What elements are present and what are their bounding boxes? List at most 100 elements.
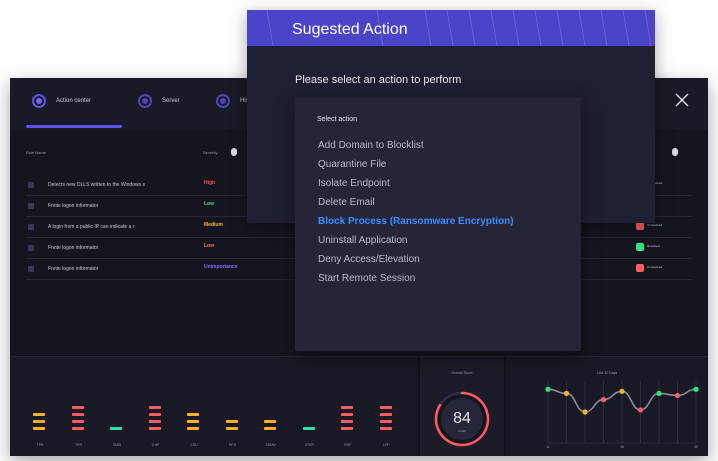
dashboard-strip: TPR TPR VNID D dP CSU EFS NGAV 2TEP RSP LFP Overa… [10, 356, 708, 456]
level-label: RSP [344, 443, 352, 447]
control-level: RSP [336, 377, 360, 447]
level-label: TPR [36, 443, 44, 447]
dropdown-option[interactable]: Block Process (Ransomware Encryption) [318, 216, 514, 227]
target-icon [138, 94, 152, 108]
control-level: 2TEP [298, 377, 322, 447]
rule-name: A login from a public IP can indicate a … [48, 224, 135, 230]
control-level: TPR [67, 377, 91, 447]
row-checkbox[interactable] [28, 224, 34, 230]
level-bar [148, 413, 161, 416]
column-header-name: Rule Name [26, 150, 47, 155]
control-level: VNID [105, 377, 129, 447]
overall-score-panel: Overall Score 84 Low [420, 357, 504, 456]
trend-point [693, 386, 699, 392]
status-badge [636, 243, 644, 251]
dropdown-option[interactable]: Deny Access/Elevation [318, 254, 420, 265]
level-label: LFP [383, 443, 390, 447]
level-label: CSU [190, 443, 198, 447]
level-bar [225, 420, 238, 423]
trend-point [674, 392, 681, 399]
severity-label: Low [204, 201, 214, 207]
level-bar [187, 427, 199, 430]
row-checkbox[interactable] [28, 266, 34, 272]
status-toggle[interactable] [672, 148, 678, 156]
tab-history[interactable]: Hist [216, 94, 250, 108]
rule-name: Fnnte logon informator [48, 245, 99, 251]
tab-action-center[interactable]: Action center [32, 94, 91, 108]
level-bar [71, 420, 84, 423]
severity-label: Medium [204, 222, 223, 228]
control-level: D dP [144, 377, 168, 447]
close-icon[interactable] [674, 92, 690, 108]
x-tick-label: 16 [620, 445, 624, 449]
level-bar [148, 406, 161, 409]
dropdown-option[interactable]: Start Remote Session [318, 273, 415, 284]
status-badge [636, 264, 644, 272]
trend-point [563, 390, 570, 396]
level-bar [187, 420, 199, 423]
dropdown-label: Select action [317, 116, 358, 123]
tab-label: Server [162, 98, 180, 104]
row-checkbox[interactable] [28, 203, 34, 209]
rule-name: Fnnte logon informator [48, 266, 99, 272]
control-level: TPR [28, 377, 52, 447]
stage: Action center Server Hist Rule Name Seve… [0, 0, 718, 461]
tab-label: Action center [56, 98, 92, 104]
trend-panel: Last 30 Days 11 16 30 [506, 357, 708, 456]
level-bar [264, 420, 276, 423]
rule-name: Fnnte logon informator [48, 203, 99, 209]
level-bar [148, 427, 161, 430]
dropdown-option[interactable]: Quarantine File [318, 159, 386, 170]
dropdown-option[interactable]: Delete Email [318, 197, 375, 208]
level-bar [110, 427, 122, 430]
level-bar [71, 413, 84, 416]
column-header-severity: Severity [203, 150, 218, 155]
level-bar [379, 413, 392, 416]
level-bar [264, 427, 276, 430]
dropdown-option[interactable]: Uninstall Application [318, 235, 408, 246]
level-bar [379, 427, 392, 430]
severity-toggle[interactable] [231, 148, 237, 156]
modal-header: Sugested Action [247, 10, 655, 46]
level-label: D dP [151, 443, 160, 447]
level-bar [341, 427, 353, 430]
status-label: Unresolved [647, 265, 663, 269]
level-label: EFS [229, 443, 236, 447]
trend-point [656, 390, 662, 396]
target-icon [32, 94, 46, 108]
trend-point [600, 397, 607, 403]
control-level: CSU [182, 377, 206, 447]
dropdown-option[interactable]: Add Domain to Blocklist [318, 140, 424, 151]
status-badge [636, 222, 644, 230]
level-bar [379, 406, 392, 409]
level-bar [33, 413, 45, 416]
x-tick-label: 30 [694, 445, 698, 449]
trend-point [545, 386, 551, 392]
level-bar [33, 420, 45, 423]
action-dropdown[interactable]: Select action Add Domain to Blocklist Qua… [295, 98, 581, 351]
level-bar [341, 406, 353, 409]
score-sub: Low [458, 428, 465, 433]
modal-prompt: Please select an action to perform [295, 74, 462, 86]
dropdown-option[interactable]: Isolate Endpoint [318, 178, 390, 189]
tab-server[interactable]: Server [138, 94, 180, 108]
trend-point [637, 407, 644, 413]
trend-point [619, 388, 625, 394]
row-checkbox[interactable] [28, 182, 34, 188]
level-bar [379, 420, 392, 423]
status-label: Resolved [647, 244, 660, 248]
level-bar [187, 413, 199, 416]
row-checkbox[interactable] [28, 245, 34, 251]
target-icon [216, 94, 230, 108]
level-bar [225, 427, 238, 430]
active-tab-indicator [26, 125, 122, 128]
trend-point [582, 409, 588, 415]
level-bar [71, 427, 84, 430]
rule-name: Detects new DLLS written to the Windows … [48, 182, 145, 188]
control-levels: TPR TPR VNID D dP CSU EFS NGAV 2TEP RSP LFP [10, 357, 418, 456]
level-bar [33, 427, 45, 430]
status-label: Unresolved [647, 223, 663, 227]
control-level: LFP [375, 377, 399, 447]
severity-label: High [204, 180, 216, 186]
level-bar [71, 406, 84, 409]
